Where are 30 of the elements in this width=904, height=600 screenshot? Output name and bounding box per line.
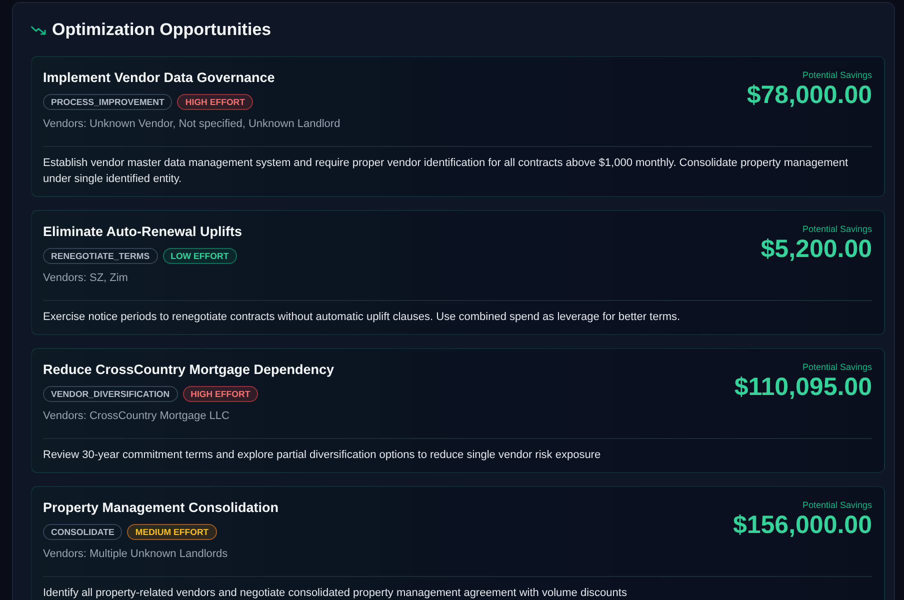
opportunity-description: Exercise notice periods to renegotiate contracts without automatic uplift clauses. Use combined spend as leverage for better terms. [43,300,872,325]
opportunity-title: Implement Vendor Data Governance [43,69,275,87]
savings-label: Potential Savings [802,69,872,81]
savings-amount: $5,200.00 [760,235,872,263]
opportunity-description: Review 30-year commitment terms and explore partial diversification options to reduce single vendor risk exposure [43,438,872,463]
savings-amount: $78,000.00 [746,81,872,109]
effort-tag: HIGH EFFORT [182,386,258,402]
effort-tag: HIGH EFFORT [177,94,254,110]
vendors-text: Vendors: SZ, Zim [43,271,128,286]
vendors-text: Vendors: CrossCountry Mortgage LLC [43,409,230,424]
savings-label: Potential Savings [802,223,872,235]
opportunity-title: Property Management Consolidation [43,499,279,517]
opportunity-title: Eliminate Auto-Renewal Uplifts [43,223,242,241]
category-tag: VENDOR_DIVERSIFICATION [43,386,178,402]
category-tag: CONSOLIDATE [43,524,122,540]
savings-label: Potential Savings [802,361,872,373]
effort-tag: LOW EFFORT [162,248,237,264]
category-tag: RENEGOTIATE_TERMS [43,248,158,264]
vendors-text: Vendors: Multiple Unknown Landlords [43,547,228,562]
opportunity-title: Reduce CrossCountry Mortgage Dependency [43,361,334,379]
category-tag: PROCESS_IMPROVEMENT [43,94,172,110]
savings-amount: $156,000.00 [732,511,872,539]
section-title: Optimization Opportunities [52,19,272,41]
vendors-text: Vendors: Unknown Vendor, Not specified, Unknown Landlord [43,117,340,132]
savings-label: Potential Savings [802,499,872,511]
savings-amount: $110,095.00 [734,373,872,401]
trending-down-icon [31,26,46,34]
opportunity-description: Establish vendor master data management system and require proper vendor identification for all contracts above $1,000 monthly. Consolidate property management under single identified entity. [43,146,872,187]
effort-tag: MEDIUM EFFORT [127,524,217,540]
opportunity-description: Identify all property-related vendors and negotiate consolidated property management agreement with volume discounts [43,576,872,600]
